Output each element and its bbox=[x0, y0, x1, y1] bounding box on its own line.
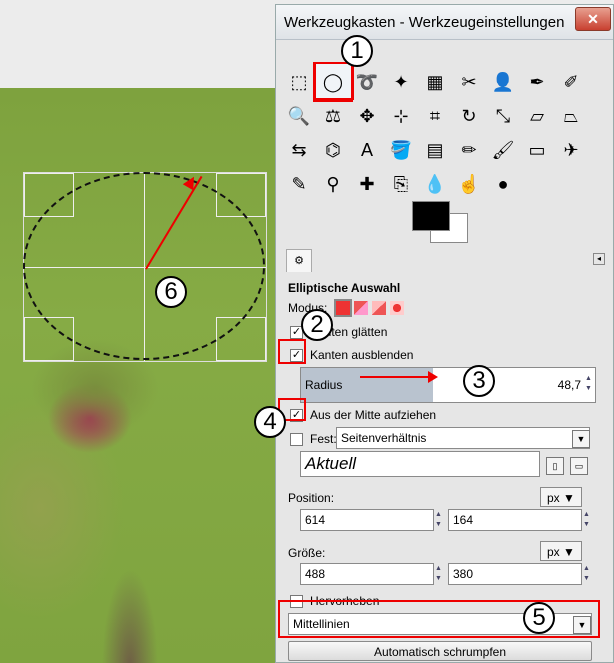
cage-icon[interactable]: ⌬ bbox=[318, 135, 348, 165]
foreground-color-swatch[interactable] bbox=[412, 201, 450, 231]
fg-bg-colors[interactable] bbox=[412, 201, 472, 243]
scale-icon[interactable]: ⤡ bbox=[488, 101, 518, 131]
ink-icon[interactable]: ✎ bbox=[284, 169, 314, 199]
text-icon[interactable]: A bbox=[352, 135, 382, 165]
flip-icon[interactable]: ⇆ bbox=[284, 135, 314, 165]
mode-replace-icon[interactable] bbox=[334, 299, 352, 317]
smudge-icon[interactable]: ☝ bbox=[454, 169, 484, 199]
rotate-icon[interactable]: ↻ bbox=[454, 101, 484, 131]
blend-icon[interactable]: ▤ bbox=[420, 135, 450, 165]
callout-badge-1: 1 bbox=[341, 35, 373, 67]
tool-options-heading: Elliptische Auswahl bbox=[288, 281, 401, 295]
position-x-field[interactable]: 614 bbox=[300, 509, 434, 531]
mode-add-icon[interactable] bbox=[354, 301, 368, 315]
ellipse-tool-highlight bbox=[314, 62, 354, 100]
magnify-icon[interactable]: 🔍 bbox=[284, 101, 314, 131]
heal-icon[interactable]: ✚ bbox=[352, 169, 382, 199]
align-icon[interactable]: ⊹ bbox=[386, 101, 416, 131]
size-w-spin[interactable]: ▲ ▼ bbox=[435, 564, 443, 584]
airbrush-icon[interactable]: ✈ bbox=[556, 135, 586, 165]
aspect-field[interactable]: Aktuell bbox=[300, 451, 540, 477]
auto-shrink-button[interactable]: Automatisch schrumpfen bbox=[288, 641, 592, 661]
radius-value: 48,7 bbox=[557, 378, 581, 392]
fuzzy-select-icon[interactable]: ✦ bbox=[386, 67, 416, 97]
position-label: Position: bbox=[288, 491, 335, 505]
expand-center-label: Aus der Mitte aufziehen bbox=[310, 408, 437, 422]
color-select-icon[interactable]: ▦ bbox=[420, 67, 450, 97]
radius-annotation-arrow bbox=[360, 376, 430, 378]
size-w: 488 bbox=[305, 567, 326, 581]
callout-badge-5: 5 bbox=[523, 602, 555, 634]
scissors-icon[interactable]: ✂ bbox=[454, 67, 484, 97]
measure-icon[interactable]: ⚖ bbox=[318, 101, 348, 131]
aspect-portrait-icon[interactable]: ▯ bbox=[546, 457, 564, 475]
fixed-select[interactable]: Seitenverhältnis bbox=[336, 427, 590, 449]
fixed-checkbox[interactable] bbox=[290, 433, 303, 446]
callout-badge-4: 4 bbox=[254, 406, 286, 438]
feather-highlight bbox=[278, 339, 306, 364]
size-label: Größe: bbox=[288, 546, 326, 560]
blur-icon[interactable]: 💧 bbox=[420, 169, 450, 199]
lasso-icon[interactable]: ➰ bbox=[352, 67, 382, 97]
dodge-burn-icon[interactable]: ● bbox=[488, 169, 518, 199]
size-h-field[interactable]: 380 bbox=[448, 563, 582, 585]
radius-slider[interactable]: Radius 48,7 ▲ ▼ bbox=[300, 367, 596, 403]
window-title: Werkzeugkasten - Werkzeugeinstellungen bbox=[284, 14, 565, 31]
fixed-label: Fest: bbox=[310, 432, 337, 446]
pencil-icon[interactable]: ✏ bbox=[454, 135, 484, 165]
bucket-fill-icon[interactable]: 🪣 bbox=[386, 135, 416, 165]
aspect-value: Aktuell bbox=[305, 454, 357, 473]
size-unit: px bbox=[547, 545, 560, 559]
title-bar[interactable]: Werkzeugkasten - Werkzeugeinstellungen ✕ bbox=[276, 5, 613, 40]
radius-annotation-arrow-head bbox=[428, 371, 438, 383]
size-unit-select[interactable]: px ▼ bbox=[540, 541, 582, 561]
size-w-field[interactable]: 488 bbox=[300, 563, 434, 585]
position-x-spin[interactable]: ▲ ▼ bbox=[435, 510, 443, 530]
perspective-clone-icon[interactable]: ⎘ bbox=[386, 169, 416, 199]
tab-menu-button[interactable]: ◂ bbox=[593, 253, 605, 265]
foreground-select-icon[interactable]: 👤 bbox=[488, 67, 518, 97]
size-h-spin[interactable]: ▲ ▼ bbox=[583, 564, 591, 584]
tool-options-tab[interactable]: ⚙ bbox=[286, 249, 312, 272]
radius-label: Radius bbox=[305, 378, 343, 392]
position-x: 614 bbox=[305, 513, 326, 527]
radius-spin-arrows[interactable]: ▲ ▼ bbox=[585, 374, 593, 394]
paintbrush-icon[interactable]: 🖌 bbox=[488, 135, 518, 165]
callout-badge-6: 6 bbox=[155, 276, 187, 308]
position-unit-select[interactable]: px ▼ bbox=[540, 487, 582, 507]
mode-subtract-icon[interactable] bbox=[372, 301, 386, 315]
mode-intersect-icon[interactable] bbox=[390, 301, 404, 315]
move-icon[interactable]: ✥ bbox=[352, 101, 382, 131]
position-y-field[interactable]: 164 bbox=[448, 509, 582, 531]
fixed-select-arrow[interactable]: ▼ bbox=[572, 430, 590, 448]
position-y-spin[interactable]: ▲ ▼ bbox=[583, 510, 591, 530]
perspective-icon[interactable]: ⏢ bbox=[556, 101, 586, 131]
position-unit: px bbox=[547, 491, 560, 505]
callout-badge-3: 3 bbox=[463, 365, 495, 397]
ellipse-selection[interactable] bbox=[23, 172, 265, 360]
paths-icon[interactable]: ✒ bbox=[522, 67, 552, 97]
fixed-select-value: Seitenverhältnis bbox=[341, 431, 427, 445]
aspect-landscape-icon[interactable]: ▭ bbox=[570, 457, 588, 475]
eraser-icon[interactable]: ▭ bbox=[522, 135, 552, 165]
clone-icon[interactable]: ⚲ bbox=[318, 169, 348, 199]
size-h: 380 bbox=[453, 567, 474, 581]
shear-icon[interactable]: ▱ bbox=[522, 101, 552, 131]
rect-select-icon[interactable]: ⬚ bbox=[284, 67, 314, 97]
crop-icon[interactable]: ⌗ bbox=[420, 101, 450, 131]
color-picker-icon[interactable]: ✐ bbox=[556, 67, 586, 97]
tool-options-tab-icon: ⚙ bbox=[294, 255, 304, 267]
position-y: 164 bbox=[453, 513, 474, 527]
feather-label: Kanten ausblenden bbox=[310, 348, 414, 362]
close-button[interactable]: ✕ bbox=[575, 7, 611, 31]
callout-badge-2: 2 bbox=[301, 309, 333, 341]
